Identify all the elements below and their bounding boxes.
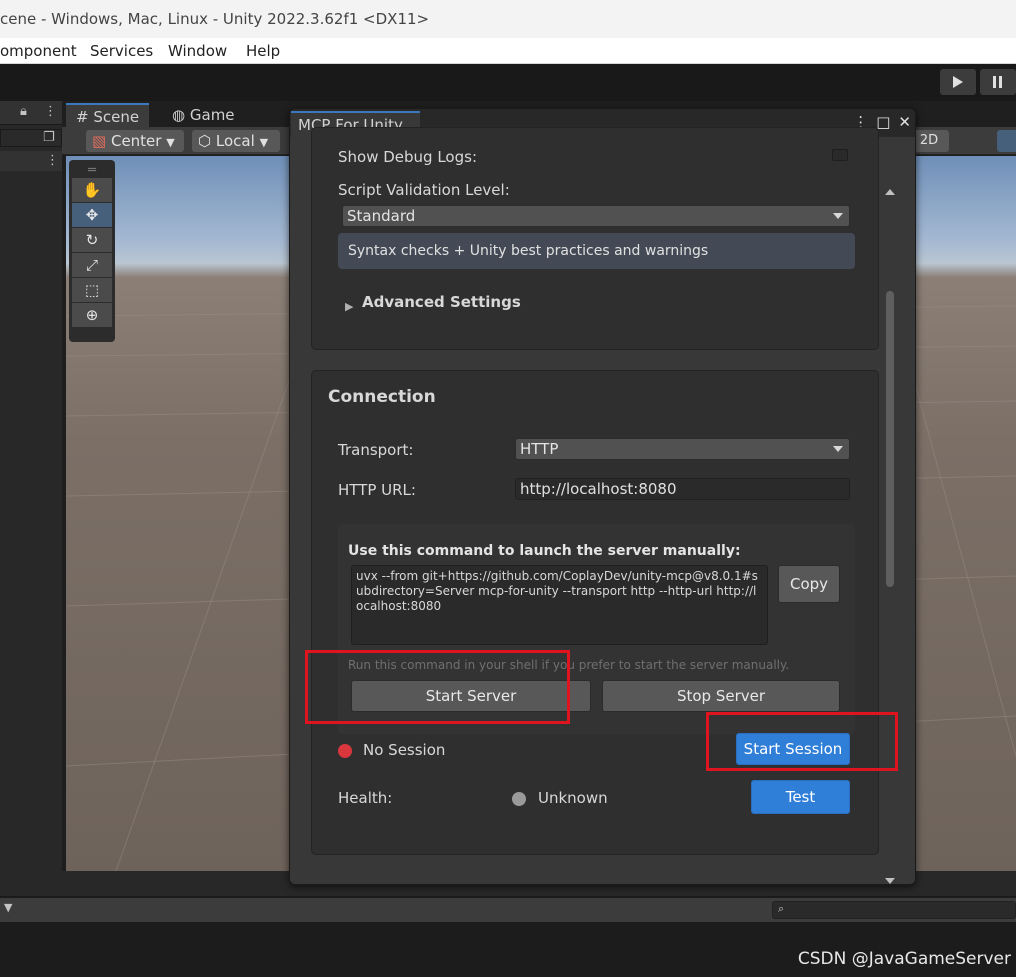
debug-logs-label: Show Debug Logs: [338, 148, 477, 166]
scroll-up-icon[interactable] [885, 189, 895, 195]
transport-value: HTTP [520, 440, 559, 458]
menu-item-component[interactable]: omponent [0, 38, 77, 64]
rect-tool-icon[interactable]: ⬚ [72, 278, 112, 302]
hierarchy-header: 🔒︎ ⋮ [0, 101, 62, 125]
main-toolbar [0, 64, 1016, 101]
copy-button[interactable]: Copy [778, 565, 840, 603]
transform-tool-icon[interactable]: ⊕ [72, 303, 112, 327]
triangle-right-icon[interactable]: ▶ [345, 300, 353, 313]
hierarchy-search[interactable]: ❐ [0, 129, 62, 147]
chevron-down-icon: ▼ [259, 136, 269, 149]
lock-icon[interactable]: 🔒︎ [20, 104, 27, 119]
menu-item-window[interactable]: Window [168, 38, 227, 64]
window-title-bar: cene - Windows, Mac, Linux - Unity 2022.… [0, 0, 1016, 38]
play-icon [953, 76, 963, 88]
hierarchy-row: ⋮ [0, 151, 62, 171]
chevron-down-icon[interactable]: ▼ [4, 901, 12, 914]
command-textarea[interactable]: uvx --from git+https://github.com/Coplay… [351, 565, 768, 645]
annotation-box-start-session [706, 712, 898, 771]
pivot-icon: ▧ [92, 132, 107, 150]
kebab-menu-icon[interactable]: ⋮ [44, 104, 57, 119]
session-status-icon [338, 744, 352, 758]
script-validation-label: Script Validation Level: [338, 181, 510, 199]
pivot-label: Center [110, 132, 162, 150]
scroll-down-icon[interactable] [885, 878, 895, 884]
scroll-thumb[interactable] [886, 291, 894, 587]
window-title: cene - Windows, Mac, Linux - Unity 2022.… [0, 10, 430, 28]
script-validation-value: Standard [347, 207, 416, 225]
tab-game-label: Game [189, 106, 235, 124]
maximize-icon[interactable]: ❐ [43, 130, 55, 145]
vertical-scrollbar[interactable] [883, 179, 897, 884]
annotation-box-start-server [305, 650, 570, 724]
transport-dropdown[interactable]: HTTP [515, 438, 850, 460]
health-value: Unknown [538, 789, 608, 807]
watermark: CSDN @JavaGameServer [797, 949, 1011, 969]
chevron-down-icon: ▼ [166, 136, 175, 149]
project-search-input[interactable]: ⌕ [772, 901, 1016, 919]
script-validation-dropdown[interactable]: Standard [342, 205, 850, 227]
scene-toggle-button[interactable] [997, 130, 1016, 152]
chevron-down-icon [833, 213, 843, 219]
drag-handle[interactable]: ═ [72, 163, 112, 178]
cube-icon: ⬡ [198, 132, 212, 150]
transport-label: Transport: [338, 441, 414, 459]
menu-bar: omponent Services Window Help [0, 38, 1016, 64]
validation-info-box: Syntax checks + Unity best practices and… [338, 233, 855, 269]
connection-heading: Connection [328, 387, 436, 407]
debug-logs-checkbox[interactable] [832, 149, 848, 161]
manual-launch-heading: Use this command to launch the server ma… [348, 543, 741, 559]
pivot-center-dropdown[interactable]: ▧ Center ▼ [86, 130, 184, 152]
menu-item-help[interactable]: Help [246, 38, 280, 64]
http-url-label: HTTP URL: [338, 481, 416, 499]
test-button[interactable]: Test [751, 780, 850, 814]
move-tool-icon[interactable]: ✥ [72, 203, 112, 227]
pause-icon [993, 76, 1002, 88]
advanced-settings-foldout[interactable]: Advanced Settings [362, 293, 521, 311]
connection-card: Connection Transport: HTTP HTTP URL: htt… [311, 370, 879, 855]
bottom-panel: ▼ ⌕ CSDN @JavaGameServer [0, 871, 1016, 977]
pause-button[interactable] [980, 69, 1016, 95]
tab-scene-label: Scene [93, 108, 140, 126]
stop-server-button[interactable]: Stop Server [602, 680, 840, 712]
toggle-2d-label: 2D [919, 133, 939, 148]
kebab-menu-icon[interactable]: ⋮ [46, 153, 59, 168]
scale-tool-icon[interactable]: ⤢ [72, 253, 112, 277]
http-url-field[interactable]: http://localhost:8080 [515, 478, 850, 500]
maximize-icon[interactable]: □ [876, 113, 890, 131]
chevron-down-icon [833, 446, 843, 452]
transform-tools: ═ ✋ ✥ ↻ ⤢ ⬚ ⊕ [69, 160, 115, 342]
health-label: Health: [338, 789, 393, 807]
play-button[interactable] [940, 69, 976, 95]
hand-tool-icon[interactable]: ✋ [72, 178, 112, 202]
play-controls [940, 69, 1016, 95]
tab-scene[interactable]: # Scene [66, 103, 150, 127]
rotate-tool-icon[interactable]: ↻ [72, 228, 112, 252]
session-status-text: No Session [363, 741, 446, 759]
space-local-dropdown[interactable]: ⬡ Local ▼ [192, 130, 280, 152]
space-label: Local [215, 132, 255, 150]
health-status-icon [512, 792, 526, 806]
mcp-content[interactable]: Show Debug Logs: Script Validation Level… [290, 127, 915, 884]
hierarchy-panel: 🔒︎ ⋮ ❐ ⋮ [0, 101, 62, 871]
menu-item-services[interactable]: Services [90, 38, 153, 64]
grid-icon: # [76, 108, 89, 126]
search-icon: ⌕ [778, 902, 785, 915]
validation-info-text: Syntax checks + Unity best practices and… [348, 243, 709, 259]
tab-game[interactable]: ◍ Game [162, 103, 245, 127]
close-icon[interactable]: ✕ [898, 113, 911, 131]
gamepad-icon: ◍ [172, 106, 186, 124]
settings-card: Show Debug Logs: Script Validation Level… [311, 127, 879, 350]
http-url-value: http://localhost:8080 [520, 480, 677, 498]
